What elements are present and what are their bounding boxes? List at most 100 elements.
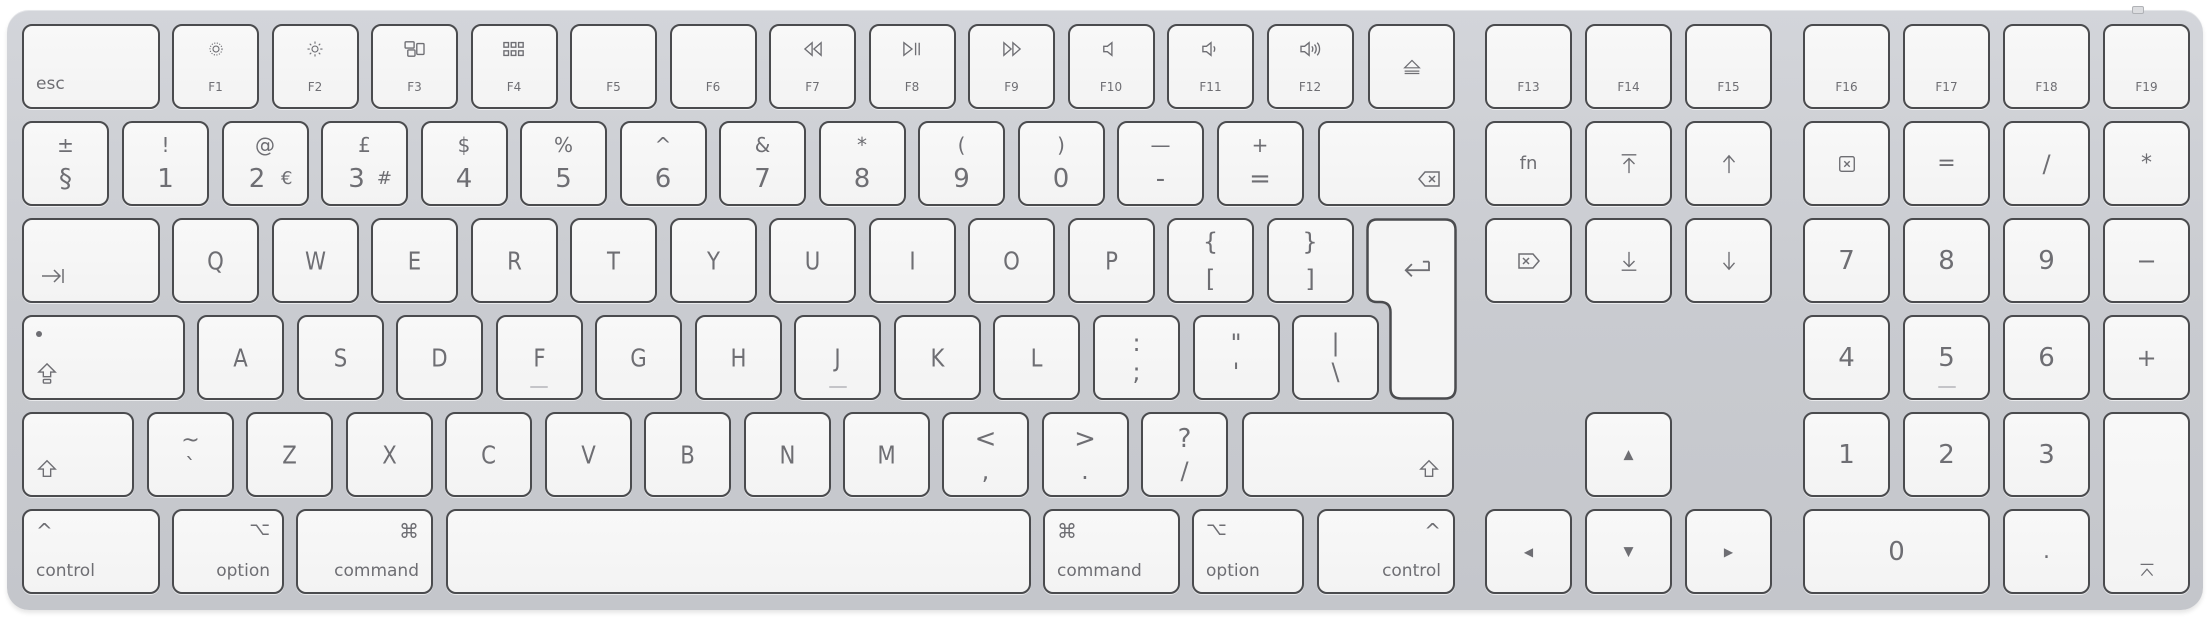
key-j[interactable]: J xyxy=(794,315,881,400)
f18-key[interactable]: F18 xyxy=(2003,24,2090,109)
key-a[interactable]: A xyxy=(197,315,284,400)
f19-key[interactable]: F19 xyxy=(2103,24,2190,109)
space-bar[interactable] xyxy=(446,509,1031,594)
f12-key[interactable]: F12 xyxy=(1266,24,1354,109)
key-q[interactable]: Q xyxy=(172,218,259,303)
tab-key[interactable] xyxy=(22,218,160,303)
key-2[interactable]: @2 € xyxy=(221,121,309,206)
f6-key[interactable]: F6 xyxy=(669,24,757,109)
left-shift-key[interactable] xyxy=(22,412,134,497)
key-t[interactable]: T xyxy=(570,218,657,303)
f9-key[interactable]: F9 xyxy=(968,24,1055,109)
key-b[interactable]: B xyxy=(644,412,731,497)
f1-key[interactable]: F1 xyxy=(172,24,259,109)
f14-key[interactable]: F14 xyxy=(1585,24,1672,109)
numpad-5-key[interactable]: 5 xyxy=(1903,315,1990,400)
left-command-key[interactable]: ⌘ command xyxy=(296,509,433,594)
f15-key[interactable]: F15 xyxy=(1685,24,1772,109)
numpad-decimal-key[interactable]: . xyxy=(2003,509,2090,594)
fn-key[interactable]: fn xyxy=(1485,121,1572,206)
key-u[interactable]: U xyxy=(769,218,856,303)
numpad-clear-key[interactable] xyxy=(1803,121,1890,206)
esc-key[interactable]: esc xyxy=(22,24,160,109)
caps-lock-key[interactable] xyxy=(22,315,185,400)
right-control-key[interactable]: ^ control xyxy=(1317,509,1455,594)
right-shift-key[interactable] xyxy=(1242,412,1454,497)
numpad-enter-key[interactable] xyxy=(2103,412,2190,594)
key-p[interactable]: P xyxy=(1067,218,1155,303)
numpad-8-key[interactable]: 8 xyxy=(1903,218,1990,303)
key-quote[interactable]: " ' xyxy=(1192,315,1280,400)
f8-key[interactable]: F8 xyxy=(868,24,956,109)
right-option-key[interactable]: ⌥ option xyxy=(1192,509,1304,594)
arrow-left-key[interactable]: ◀ xyxy=(1485,509,1572,594)
end-key[interactable] xyxy=(1585,218,1672,303)
numpad-1-key[interactable]: 1 xyxy=(1803,412,1890,497)
key-c[interactable]: C xyxy=(445,412,532,497)
page-up-key[interactable] xyxy=(1685,121,1772,206)
key-l[interactable]: L xyxy=(993,315,1080,400)
f2-key[interactable]: F2 xyxy=(271,24,359,109)
numpad-plus-key[interactable]: + xyxy=(2103,315,2190,400)
key-section[interactable]: ± § xyxy=(22,121,109,206)
f5-key[interactable]: F5 xyxy=(570,24,657,109)
f16-key[interactable]: F16 xyxy=(1803,24,1890,109)
key-w[interactable]: W xyxy=(271,218,359,303)
f7-key[interactable]: F7 xyxy=(769,24,856,109)
numpad-divide-key[interactable]: / xyxy=(2003,121,2090,206)
arrow-down-key[interactable]: ▼ xyxy=(1585,509,1672,594)
key-7[interactable]: & 7 xyxy=(719,121,806,206)
key-3[interactable]: £3 # xyxy=(321,121,408,206)
eject-key[interactable] xyxy=(1368,24,1455,109)
key-d[interactable]: D xyxy=(396,315,483,400)
home-key[interactable] xyxy=(1585,121,1672,206)
key-m[interactable]: M xyxy=(843,412,930,497)
forward-delete-key[interactable] xyxy=(1485,218,1572,303)
numpad-minus-key[interactable]: − xyxy=(2103,218,2190,303)
f3-key[interactable]: F3 xyxy=(371,24,458,109)
key-tilde[interactable]: ~ ` xyxy=(147,412,234,497)
key-f[interactable]: F xyxy=(495,315,583,400)
key-e[interactable]: E xyxy=(371,218,458,303)
delete-key[interactable] xyxy=(1318,121,1455,206)
numpad-equals-key[interactable]: = xyxy=(1903,121,1990,206)
key-1[interactable]: ! 1 xyxy=(122,121,209,206)
f13-key[interactable]: F13 xyxy=(1485,24,1572,109)
numpad-9-key[interactable]: 9 xyxy=(2003,218,2090,303)
key-i[interactable]: I xyxy=(868,218,956,303)
arrow-right-key[interactable]: ▶ xyxy=(1685,509,1772,594)
numpad-4-key[interactable]: 4 xyxy=(1803,315,1890,400)
key-0[interactable]: ) 0 xyxy=(1017,121,1105,206)
numpad-2-key[interactable]: 2 xyxy=(1903,412,1990,497)
key-bracket-left[interactable]: {[ xyxy=(1167,218,1254,303)
numpad-0-key[interactable]: 0 xyxy=(1803,509,1990,594)
numpad-3-key[interactable]: 3 xyxy=(2003,412,2090,497)
key-k[interactable]: K xyxy=(893,315,981,400)
key-9[interactable]: (9 xyxy=(918,121,1005,206)
key-semicolon[interactable]: :; xyxy=(1093,315,1180,400)
key-bracket-right[interactable]: }] xyxy=(1266,218,1354,303)
return-key[interactable] xyxy=(1366,218,1458,400)
key-backslash[interactable]: | \ xyxy=(1292,315,1379,400)
key-y[interactable]: Y xyxy=(669,218,757,303)
arrow-up-key[interactable]: ▲ xyxy=(1585,412,1672,497)
key-s[interactable]: S xyxy=(296,315,384,400)
key-minus[interactable]: — - xyxy=(1117,121,1204,206)
left-option-key[interactable]: ⌥ option xyxy=(172,509,284,594)
power-switch[interactable] xyxy=(2132,6,2144,14)
key-o[interactable]: O xyxy=(968,218,1055,303)
key-g[interactable]: G xyxy=(595,315,682,400)
f4-key[interactable]: F4 xyxy=(470,24,558,109)
key-comma[interactable]: <, xyxy=(942,412,1029,497)
key-z[interactable]: Z xyxy=(246,412,333,497)
key-equals[interactable]: + = xyxy=(1216,121,1304,206)
key-n[interactable]: N xyxy=(743,412,831,497)
f17-key[interactable]: F17 xyxy=(1903,24,1990,109)
f10-key[interactable]: F10 xyxy=(1067,24,1155,109)
key-x[interactable]: X xyxy=(345,412,433,497)
key-period[interactable]: >. xyxy=(1041,412,1129,497)
left-control-key[interactable]: ^ control xyxy=(22,509,160,594)
key-4[interactable]: $4 xyxy=(420,121,508,206)
key-6[interactable]: ^ 6 xyxy=(619,121,707,206)
numpad-6-key[interactable]: 6 xyxy=(2003,315,2090,400)
